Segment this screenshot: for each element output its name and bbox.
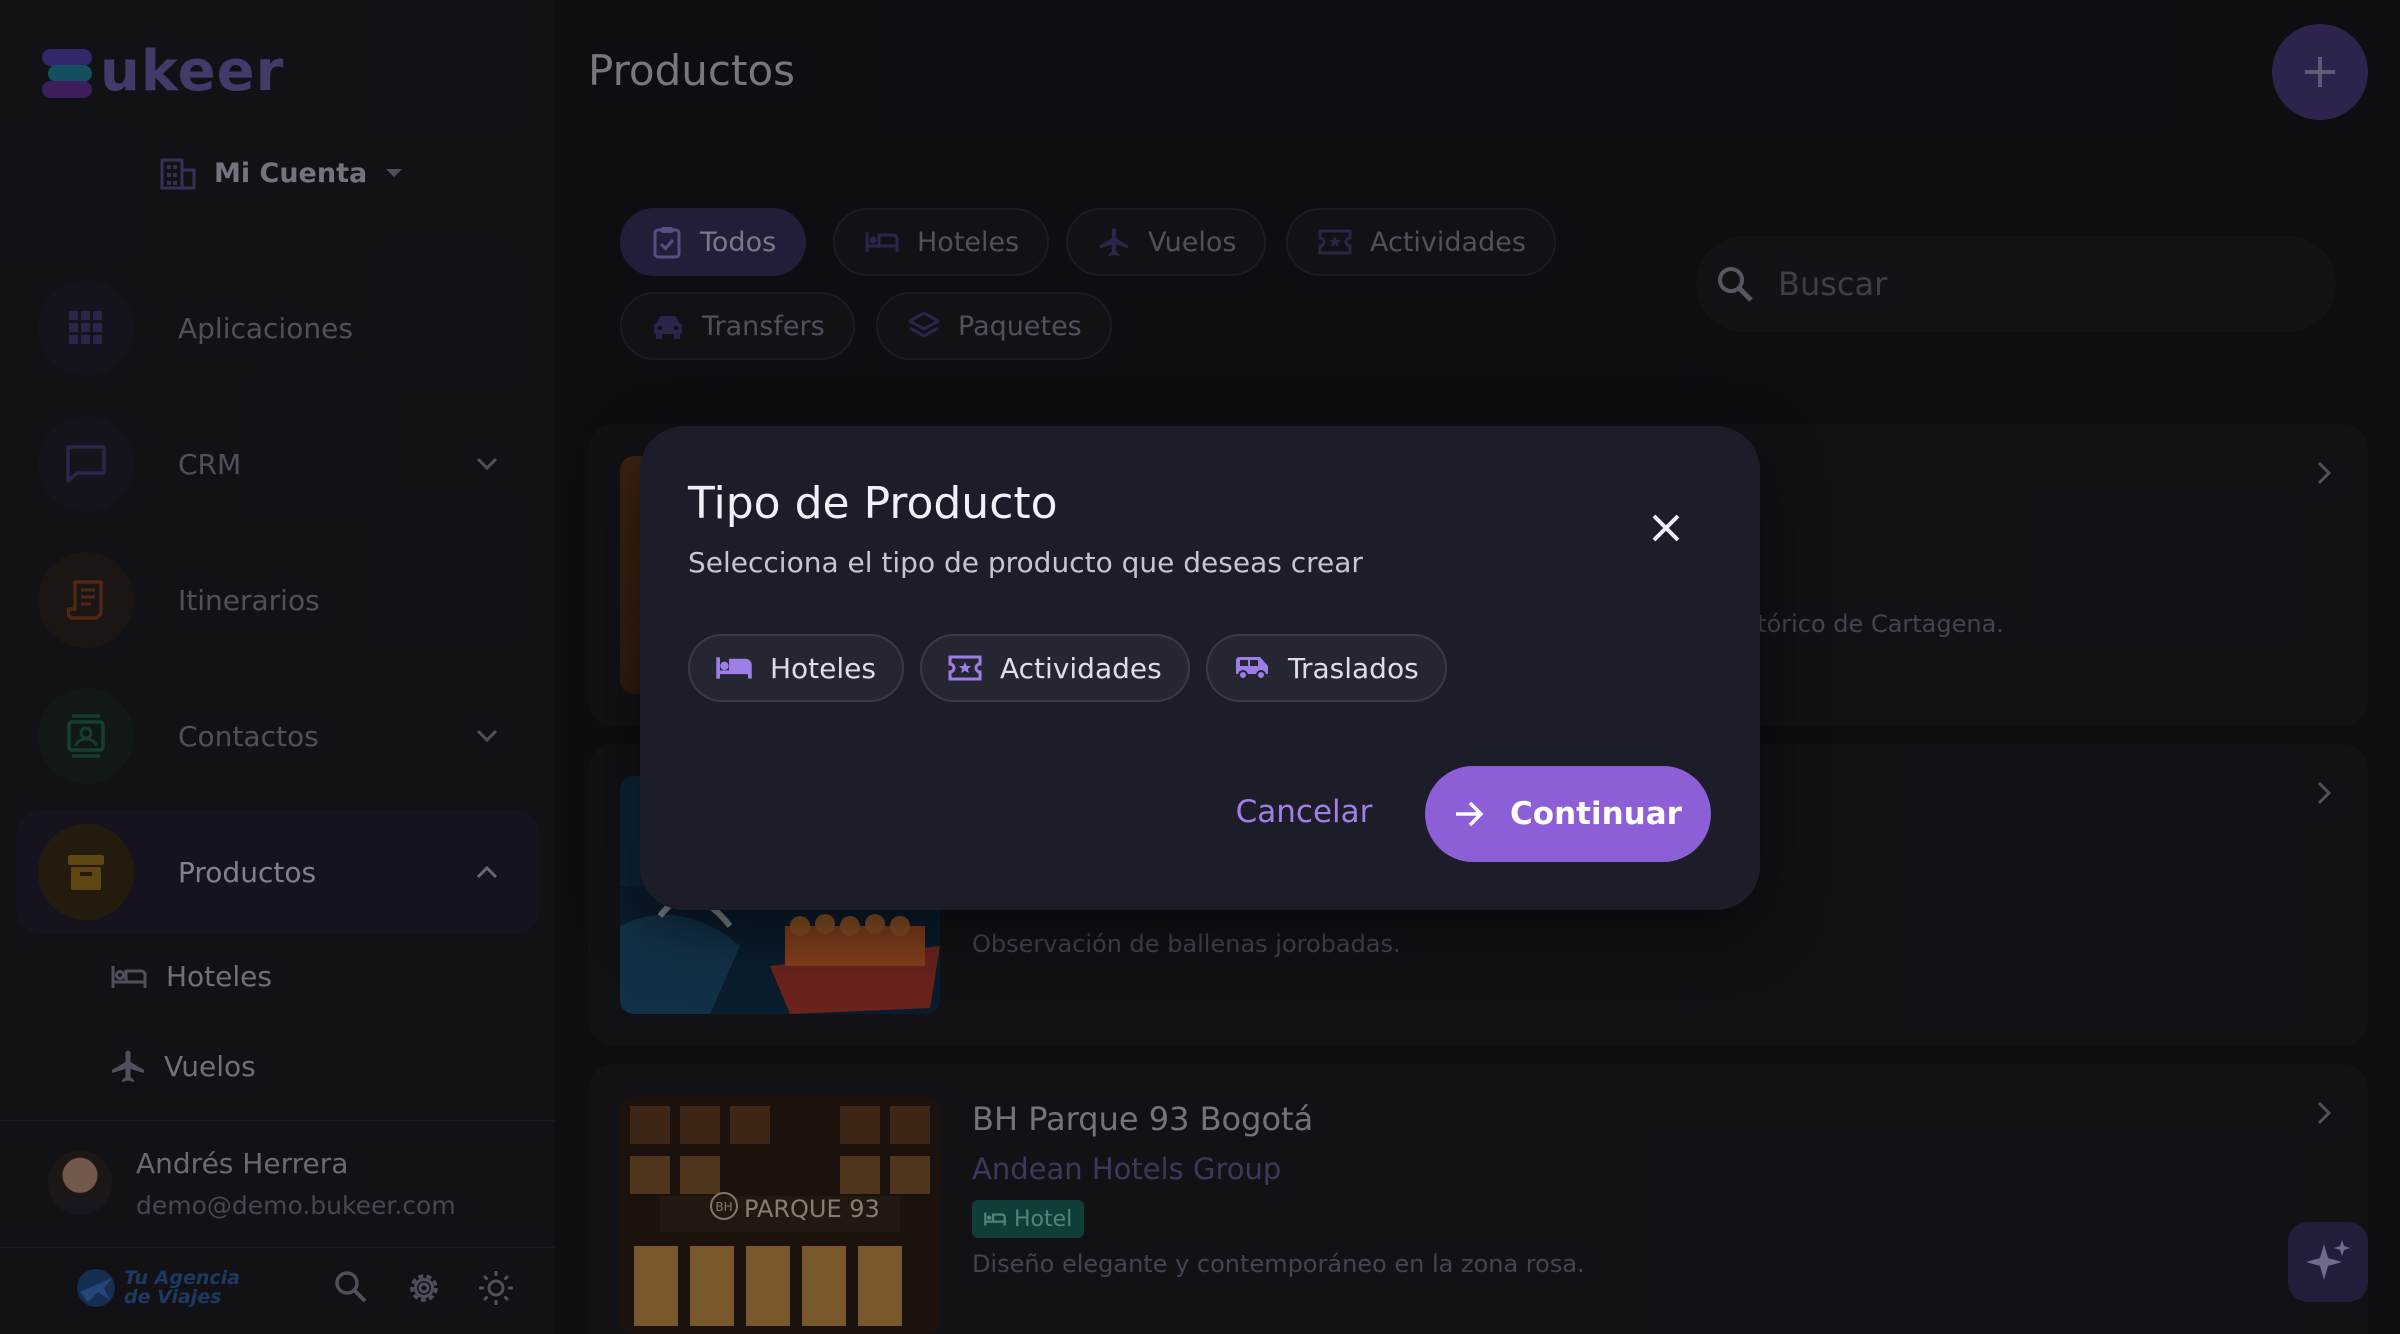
continue-label: Continuar	[1510, 796, 1682, 832]
ticket-icon	[948, 655, 982, 681]
close-icon	[1652, 514, 1680, 542]
bed-icon	[716, 657, 752, 679]
option-hoteles[interactable]: Hoteles	[688, 634, 904, 702]
option-traslados[interactable]: Traslados	[1206, 634, 1447, 702]
option-label: Traslados	[1288, 651, 1419, 685]
dialog-subtitle: Selecciona el tipo de producto que desea…	[688, 546, 1363, 579]
dialog-title: Tipo de Producto	[688, 478, 1058, 529]
option-label: Hoteles	[770, 651, 876, 685]
product-type-dialog: Tipo de Producto Selecciona el tipo de p…	[640, 426, 1760, 910]
cancel-button[interactable]: Cancelar	[1216, 764, 1392, 860]
arrow-right-icon	[1456, 801, 1484, 827]
option-actividades[interactable]: Actividades	[920, 634, 1190, 702]
option-label: Actividades	[1000, 651, 1162, 685]
van-icon	[1236, 657, 1268, 680]
continue-button[interactable]: Continuar	[1425, 766, 1711, 862]
close-button[interactable]	[1646, 508, 1686, 548]
